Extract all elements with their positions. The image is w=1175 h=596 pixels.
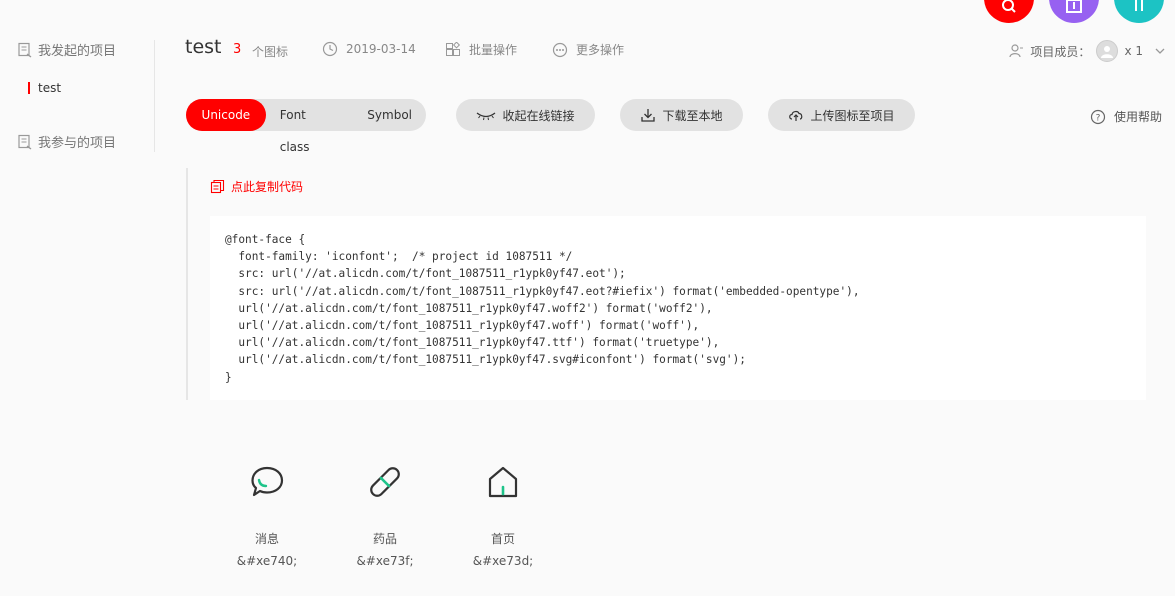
search-fab-button[interactable] bbox=[984, 0, 1034, 23]
project-header: test 3 个图标 2019-03-14 批量操作 更多操作 项目成员： x … bbox=[185, 36, 1165, 64]
icon-card[interactable]: 首页 &#xe73d; bbox=[444, 462, 562, 568]
sidebar-divider bbox=[154, 40, 155, 152]
page-title: test bbox=[185, 36, 222, 58]
clock-icon bbox=[322, 41, 338, 57]
message-icon bbox=[247, 462, 287, 502]
sidebar-item-test[interactable]: test bbox=[28, 81, 61, 95]
help-label: 使用帮助 bbox=[1114, 110, 1163, 124]
project-members[interactable]: 项目成员： x 1 bbox=[1008, 40, 1165, 62]
code-panel: 点此复制代码 @font-face { font-family: 'iconfo… bbox=[186, 168, 1146, 400]
collapse-link-label: 收起在线链接 bbox=[502, 108, 575, 123]
tab-symbol[interactable]: Symbol bbox=[353, 99, 426, 131]
sidebar-joined-projects-label: 我参与的项目 bbox=[38, 136, 117, 151]
batch-ops-label: 批量操作 bbox=[469, 43, 518, 57]
more-ops-label: 更多操作 bbox=[576, 43, 625, 57]
active-indicator bbox=[28, 82, 30, 94]
help-icon: ? bbox=[1090, 109, 1106, 124]
sort-icon bbox=[1135, 0, 1143, 11]
project-list-icon bbox=[18, 134, 32, 150]
upload-icons-button[interactable]: 上传图标至项目 bbox=[768, 99, 915, 131]
svg-text:?: ? bbox=[1096, 113, 1101, 123]
upload-fab-button[interactable] bbox=[1049, 0, 1099, 23]
more-icon bbox=[552, 42, 568, 57]
icon-card[interactable]: 药品 &#xe73f; bbox=[326, 462, 444, 568]
icon-card[interactable]: 消息 &#xe740; bbox=[208, 462, 326, 568]
members-icon bbox=[1009, 44, 1024, 58]
project-date: 2019-03-14 bbox=[322, 41, 416, 57]
upload-icon bbox=[1066, 0, 1082, 13]
grid-icon bbox=[446, 41, 461, 56]
user-icon bbox=[1101, 46, 1114, 58]
font-face-code: @font-face { font-family: 'iconfont'; /*… bbox=[225, 233, 860, 384]
download-label: 下载至本地 bbox=[662, 108, 723, 123]
tab-font-class[interactable]: Font class bbox=[266, 99, 354, 154]
code-block: @font-face { font-family: 'iconfont'; /*… bbox=[210, 216, 1146, 400]
download-button[interactable]: 下载至本地 bbox=[620, 99, 743, 131]
chevron-down-icon bbox=[1155, 48, 1165, 54]
icon-name: 消息 bbox=[254, 532, 279, 546]
copy-code-label: 点此复制代码 bbox=[231, 180, 304, 194]
batch-ops-button[interactable]: 批量操作 bbox=[445, 41, 517, 58]
tab-unicode[interactable]: Unicode bbox=[186, 99, 266, 131]
more-ops-button[interactable]: 更多操作 bbox=[552, 41, 624, 58]
project-list-icon bbox=[18, 42, 32, 58]
icon-code: &#xe740; bbox=[236, 554, 298, 568]
eye-closed-icon bbox=[477, 112, 496, 121]
members-count: x 1 bbox=[1124, 44, 1143, 58]
icon-name: 首页 bbox=[490, 532, 515, 546]
members-label: 项目成员： bbox=[1030, 44, 1091, 59]
collapse-link-button[interactable]: 收起在线链接 bbox=[456, 99, 595, 131]
download-icon bbox=[641, 109, 656, 122]
copy-icon bbox=[210, 179, 225, 194]
icon-code: &#xe73d; bbox=[472, 554, 534, 568]
cloud-upload-icon bbox=[789, 110, 803, 121]
help-link[interactable]: ? 使用帮助 bbox=[1090, 108, 1162, 125]
search-icon bbox=[1002, 0, 1016, 13]
sidebar-item-test-label: test bbox=[38, 81, 62, 95]
icon-name: 药品 bbox=[372, 532, 397, 546]
sidebar-my-projects-label: 我发起的项目 bbox=[38, 44, 117, 59]
icon-count-label: 个图标 bbox=[252, 45, 289, 59]
icon-count: 3 bbox=[233, 42, 242, 57]
avatar bbox=[1096, 40, 1119, 62]
sort-fab-button[interactable] bbox=[1114, 0, 1164, 23]
project-date-text: 2019-03-14 bbox=[346, 42, 416, 56]
sidebar: 我发起的项目 test 我参与的项目 bbox=[0, 0, 155, 596]
copy-code-button[interactable]: 点此复制代码 bbox=[210, 178, 303, 195]
sidebar-joined-projects[interactable]: 我参与的项目 bbox=[17, 132, 116, 151]
format-tabs: Unicode Font class Symbol bbox=[186, 99, 426, 154]
pill-icon bbox=[365, 462, 405, 502]
home-icon bbox=[483, 462, 523, 502]
icon-code: &#xe73f; bbox=[356, 554, 414, 568]
icon-grid: 消息 &#xe740; 药品 &#xe73f; 首页 &#xe73d; bbox=[208, 462, 562, 568]
sidebar-my-projects[interactable]: 我发起的项目 bbox=[17, 40, 116, 59]
upload-icons-label: 上传图标至项目 bbox=[810, 108, 895, 123]
